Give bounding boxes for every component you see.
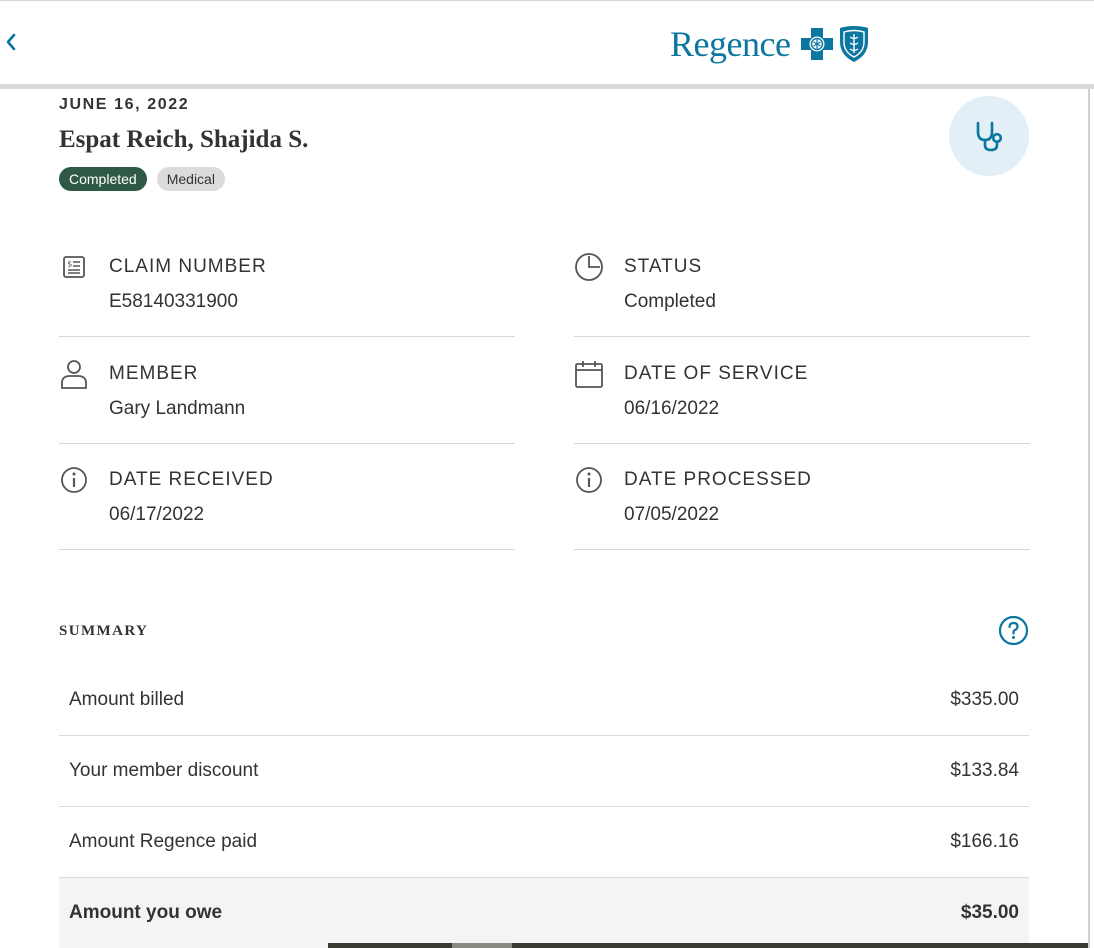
info-icon [61, 467, 87, 493]
date-received-value: 06/17/2022 [109, 504, 205, 525]
claim-date: JUNE 16, 2022 [59, 96, 190, 113]
calendar-icon [575, 361, 603, 388]
summary-row-paid: Amount Regence paid $166.16 [59, 807, 1029, 878]
date-of-service-value: 06/16/2022 [624, 398, 720, 419]
date-of-service-item: DATE OF SERVICE 06/16/2022 [574, 337, 1030, 444]
content-edge [1088, 89, 1090, 948]
claim-badges: Completed Medical [59, 167, 225, 191]
blue-cross-icon [801, 28, 834, 60]
claim-number-item: $ CLAIM NUMBER E58140331900 [59, 230, 515, 337]
summary-row-label: Your member discount [69, 760, 259, 781]
blue-shield-icon [840, 26, 869, 62]
question-circle-icon [998, 615, 1029, 646]
status-badge: Completed [59, 167, 147, 191]
summary-row-label: Amount billed [69, 689, 185, 710]
claim-number-label: CLAIM NUMBER [109, 256, 267, 277]
status-item: STATUS Completed [574, 230, 1030, 337]
summary-row-discount: Your member discount $133.84 [59, 736, 1029, 807]
claim-number-value: E58140331900 [109, 291, 238, 312]
status-value: Completed [624, 291, 716, 312]
summary-row-label: Amount Regence paid [69, 831, 258, 852]
date-processed-label: DATE PROCESSED [624, 469, 812, 490]
clock-icon [575, 253, 603, 281]
window-scroll-thumb[interactable] [452, 943, 512, 948]
svg-text:$: $ [67, 260, 72, 269]
date-of-service-label: DATE OF SERVICE [624, 363, 809, 384]
provider-name: Espat Reich, Shajida S. [59, 126, 309, 153]
claim-type-badge: Medical [156, 167, 225, 191]
date-received-label: DATE RECEIVED [109, 469, 274, 490]
summary-row-amount: $335.00 [950, 689, 1019, 710]
header-divider [0, 84, 1094, 89]
summary-row-amount: $133.84 [950, 760, 1019, 781]
receipt-icon: $ [63, 256, 85, 278]
summary-title: SUMMARY [59, 623, 149, 639]
date-processed-value: 07/05/2022 [624, 504, 720, 525]
summary-row-amount: $166.16 [950, 831, 1019, 852]
summary-row-amount: $35.00 [960, 902, 1019, 923]
summary-row-label: Amount you owe [69, 902, 223, 923]
member-item: MEMBER Gary Landmann [59, 337, 515, 444]
date-received-item: DATE RECEIVED 06/17/2022 [59, 443, 515, 550]
member-label: MEMBER [109, 363, 199, 384]
window-bottom-bar [328, 943, 1088, 948]
summary-row-billed: Amount billed $335.00 [59, 665, 1029, 736]
chevron-left-icon [6, 33, 16, 51]
summary-help-button[interactable] [998, 615, 1029, 646]
logo-text: Regence [670, 24, 791, 64]
date-processed-item: DATE PROCESSED 07/05/2022 [574, 443, 1030, 550]
member-value: Gary Landmann [109, 398, 246, 419]
info-icon [576, 467, 602, 493]
person-icon [61, 360, 87, 389]
provider-avatar [949, 96, 1029, 176]
top-bar: Regence [0, 0, 1094, 84]
stethoscope-icon [976, 121, 1003, 152]
summary-row-you-owe: Amount you owe $35.00 [59, 878, 1029, 948]
regence-logo[interactable]: Regence [670, 23, 870, 65]
status-label: STATUS [624, 256, 703, 277]
back-button[interactable] [2, 29, 20, 55]
